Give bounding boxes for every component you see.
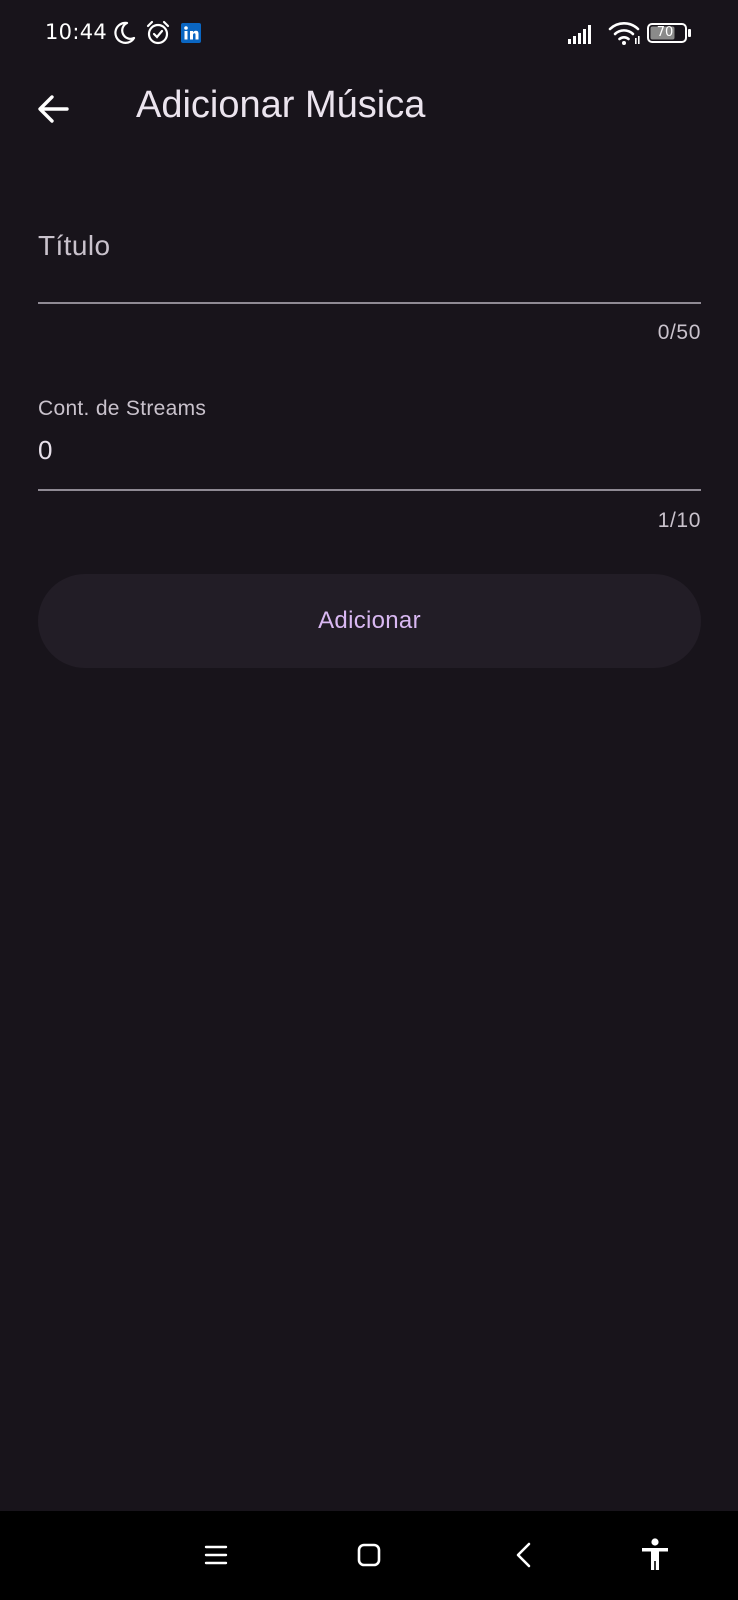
signal-icon [568,24,598,49]
title-field-underline [38,302,701,304]
streams-field-label: Cont. de Streams [38,397,207,420]
status-time: 10:44 [45,20,108,44]
alarm-icon [145,20,171,51]
moon-icon [111,20,137,51]
battery-level: 70 [656,25,674,40]
title-input[interactable] [38,226,705,298]
app-bar: Adicionar Música [0,70,738,146]
title-field[interactable]: Título 0/50 [38,220,705,350]
streams-field-counter: 1/10 [657,509,701,532]
wifi-icon [608,20,642,51]
add-button[interactable]: Adicionar [38,574,701,668]
streams-input[interactable]: 0 [38,435,678,466]
streams-field[interactable]: Cont. de Streams 0 1/10 [38,395,701,535]
arrow-left-icon[interactable] [34,90,72,128]
status-bar: 10:44 70 [0,0,738,70]
accessibility-icon[interactable] [633,1533,677,1577]
title-field-counter: 0/50 [657,321,701,344]
menu-icon[interactable] [194,1533,238,1577]
page-title: Adicionar Música [136,84,426,126]
home-icon[interactable] [347,1533,391,1577]
system-nav-bar [0,1511,738,1600]
title-field-label: Título [38,230,111,261]
back-icon[interactable] [503,1533,547,1577]
battery-icon: 70 [647,23,693,43]
streams-field-underline [38,489,701,491]
linkedin-icon [181,23,201,48]
